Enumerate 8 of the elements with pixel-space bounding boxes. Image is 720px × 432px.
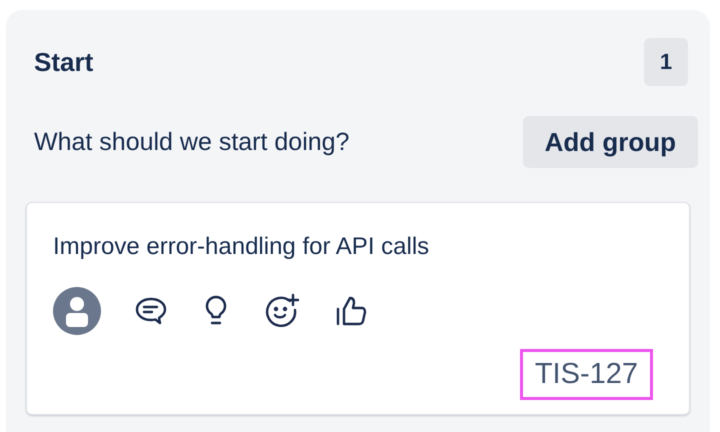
card-count: 1 xyxy=(644,38,688,86)
issue-key-link[interactable]: TIS-127 xyxy=(520,349,653,400)
avatar-icon[interactable] xyxy=(53,287,101,335)
add-reaction-icon[interactable] xyxy=(263,292,301,330)
column-prompt: What should we start doing? xyxy=(34,128,350,156)
column-title: Start xyxy=(34,46,94,78)
card-text: Improve error-handling for API calls xyxy=(53,233,430,261)
add-group-button[interactable]: Add group xyxy=(522,116,698,168)
